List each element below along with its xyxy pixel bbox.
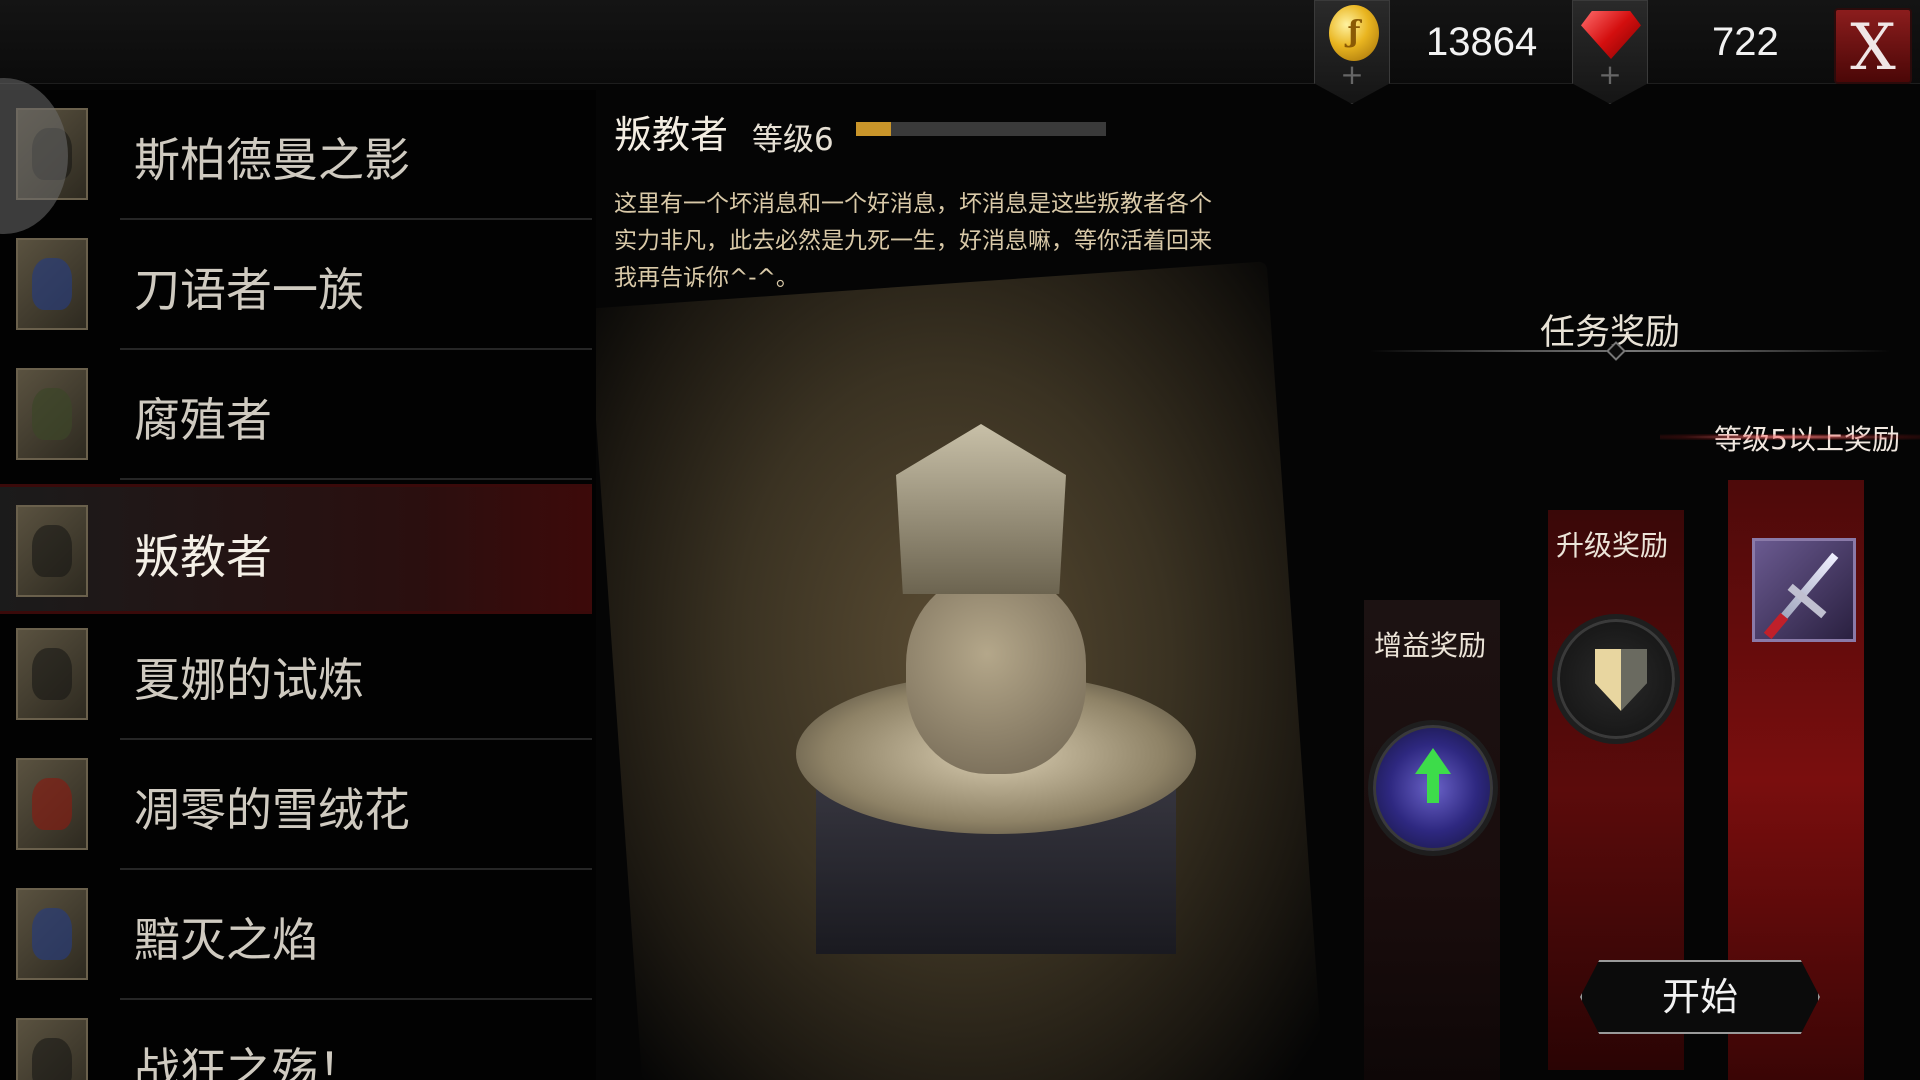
mission-label: 刀语者一族 bbox=[134, 263, 364, 317]
arrow-up-icon bbox=[1415, 747, 1451, 774]
start-button[interactable]: 开始 bbox=[1580, 960, 1820, 1034]
mission-label: 叛教者 bbox=[134, 530, 272, 584]
mission-portrait bbox=[16, 368, 88, 460]
gem-badge[interactable]: + bbox=[1572, 0, 1648, 104]
sword-hilt bbox=[1763, 612, 1789, 640]
portrait-mitre bbox=[896, 424, 1066, 594]
buff-upgrade-icon[interactable] bbox=[1368, 720, 1498, 856]
level-progress-bar bbox=[856, 122, 1106, 136]
mission-portrait bbox=[16, 238, 88, 330]
mission-item-berserker-fall[interactable]: 战狂之殇！ bbox=[0, 1000, 592, 1080]
mission-label: 黯灭之焰 bbox=[134, 913, 318, 967]
arrow-stem bbox=[1427, 772, 1439, 803]
mission-label: 斯柏德曼之影 bbox=[134, 133, 410, 187]
mission-portrait bbox=[16, 505, 88, 597]
mission-item-dark-flame[interactable]: 黯灭之焰 bbox=[0, 870, 592, 1000]
mission-portrait bbox=[16, 1018, 88, 1080]
mission-detail: 叛教者 等级6 这里有一个坏消息和一个好消息，坏消息是这些叛教者各个实力非凡，此… bbox=[596, 84, 1336, 1080]
gold-coin-icon: ƒ bbox=[1329, 5, 1379, 61]
shield-upgrade-icon[interactable] bbox=[1552, 614, 1680, 744]
close-button[interactable]: X bbox=[1834, 8, 1912, 85]
top-bar: ƒ + 13864 + 722 X bbox=[0, 0, 1920, 104]
mission-label: 战狂之殇！ bbox=[134, 1043, 364, 1080]
mission-item-shana-trial[interactable]: 夏娜的试炼 bbox=[0, 610, 592, 740]
mission-label: 腐殖者 bbox=[134, 393, 272, 447]
divider bbox=[120, 478, 592, 480]
mission-list: 斯柏德曼之影 刀语者一族 腐殖者 叛教者 夏娜的试炼 凋零的雪绒花 黯灭之焰 战… bbox=[0, 90, 596, 1080]
gold-amount: 13864 bbox=[1426, 20, 1538, 64]
mission-item-spiderman-shadow[interactable]: 斯柏德曼之影 bbox=[0, 90, 592, 220]
add-gem-icon[interactable]: + bbox=[1573, 61, 1647, 89]
mission-label: 夏娜的试炼 bbox=[134, 653, 364, 707]
bonus-glow bbox=[1660, 434, 1920, 440]
apostate-bishop-portrait bbox=[796, 424, 1196, 954]
mission-description: 这里有一个坏消息和一个好消息，坏消息是这些叛教者各个实力非凡，此去必然是九死一生… bbox=[614, 191, 1212, 291]
mission-portrait bbox=[16, 888, 88, 980]
portrait-face bbox=[906, 574, 1086, 774]
mission-item-apostate[interactable]: 叛教者 bbox=[0, 484, 592, 614]
buff-reward-label: 增益奖励 bbox=[1374, 629, 1487, 662]
shield-icon bbox=[1595, 649, 1647, 711]
red-gem-icon bbox=[1581, 11, 1641, 59]
gem-amount: 722 bbox=[1712, 20, 1779, 64]
sword-icon[interactable] bbox=[1752, 538, 1856, 642]
level-progress-fill bbox=[856, 122, 891, 136]
upgrade-reward-label: 升级奖励 bbox=[1556, 529, 1669, 562]
mission-item-rotters[interactable]: 腐殖者 bbox=[0, 350, 592, 480]
title-divider bbox=[1370, 350, 1890, 352]
mission-title: 叛教者 bbox=[614, 113, 729, 157]
mission-portrait bbox=[16, 628, 88, 720]
mission-label: 凋零的雪绒花 bbox=[134, 783, 410, 837]
mission-item-blade-speakers[interactable]: 刀语者一族 bbox=[0, 220, 592, 350]
mission-item-withered-edelweiss[interactable]: 凋零的雪绒花 bbox=[0, 740, 592, 870]
mission-portrait bbox=[16, 758, 88, 850]
sword-blade bbox=[1775, 552, 1839, 626]
mission-level: 等级6 bbox=[752, 122, 834, 158]
